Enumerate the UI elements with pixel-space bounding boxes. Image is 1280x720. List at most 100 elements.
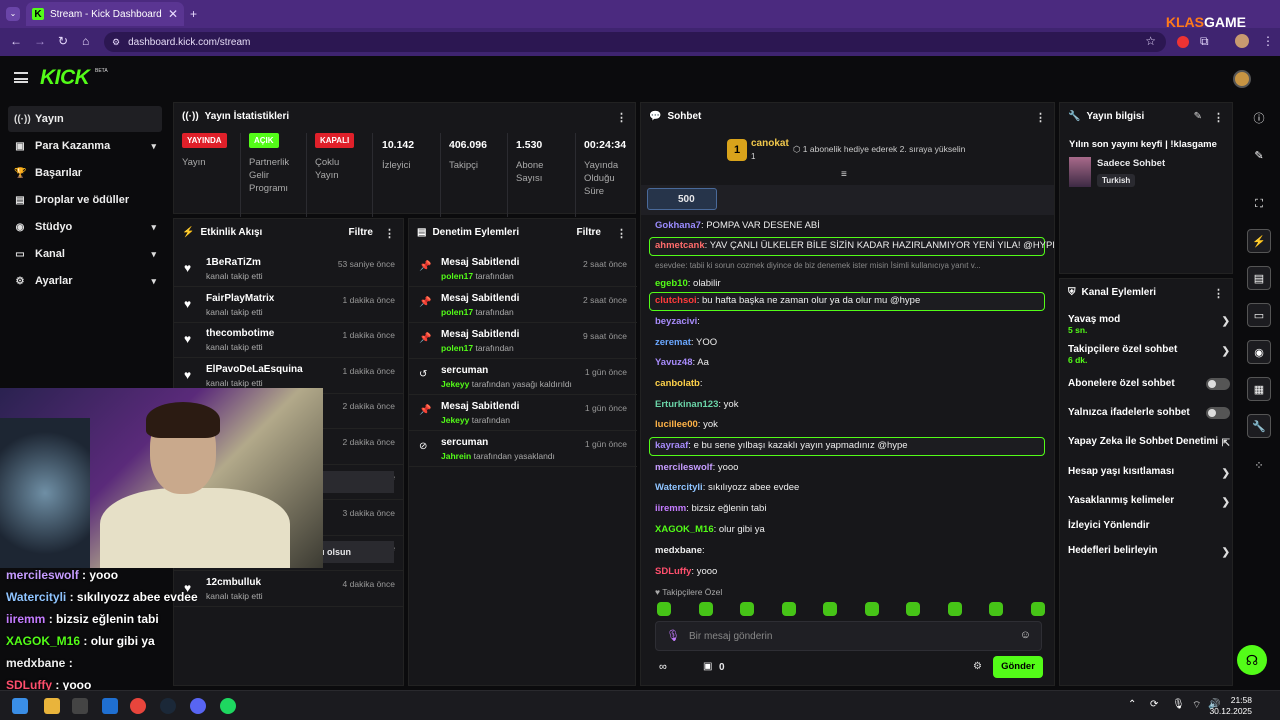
discord-icon[interactable] (190, 698, 206, 714)
reload-icon[interactable]: ↻ (58, 34, 68, 48)
activity-username[interactable]: FairPlayMatrix (206, 293, 274, 304)
redirect-row[interactable]: İzleyici Yönlendir (1068, 520, 1230, 531)
sidebar-item-basarilar[interactable]: 🏆 Başarılar (8, 160, 162, 186)
steam-icon[interactable] (160, 698, 176, 714)
more-options-icon[interactable]: ⋮ (1213, 111, 1224, 124)
chat-username[interactable]: medxbane (655, 545, 702, 556)
expand-frame-icon[interactable]: ⛶ (1247, 192, 1271, 216)
layout-icon[interactable]: ▦ (1247, 377, 1271, 401)
extensions-puzzle-icon[interactable]: ⧉ (1200, 34, 1209, 49)
emoji-icon[interactable]: ☺ (1020, 629, 1031, 641)
chat-username[interactable]: clutchsoi (655, 295, 697, 306)
forward-icon[interactable]: → (34, 34, 46, 48)
outlook-icon[interactable] (102, 698, 118, 714)
emote-icon[interactable] (989, 602, 1003, 616)
chat-username[interactable]: iiremm (655, 503, 686, 514)
activity-username[interactable]: 12cmbulluk (206, 577, 261, 588)
send-button[interactable]: Gönder (993, 656, 1043, 678)
home-icon[interactable]: ⌂ (82, 34, 89, 48)
account-age-row[interactable]: Hesap yaşı kısıtlaması ❯ (1068, 466, 1230, 479)
chat-username[interactable]: beyzacivi (655, 316, 697, 327)
chrome-icon[interactable] (130, 698, 146, 714)
support-headset-icon[interactable]: ☊ (1237, 645, 1267, 675)
more-options-icon[interactable]: ⋮ (384, 227, 395, 240)
user-avatar[interactable] (1233, 70, 1251, 88)
site-info-icon[interactable]: ⚙ (112, 37, 120, 48)
followers-only-row[interactable]: Takipçilere özel sohbet 6 dk. ❯ (1068, 344, 1230, 365)
emote-icon[interactable] (1030, 602, 1045, 616)
kick-logo[interactable]: KICK (40, 66, 90, 90)
chat-input[interactable]: 🎙 Bir mesaj gönderin ☺ (655, 621, 1042, 651)
emote-icon[interactable] (698, 602, 713, 616)
close-tab-icon[interactable]: ✕ (168, 7, 178, 21)
spotify-icon[interactable] (220, 698, 236, 714)
wifi-icon[interactable]: ⌔ (1192, 699, 1201, 712)
bookmark-star-icon[interactable]: ☆ (1145, 34, 1156, 48)
emote-icon[interactable] (864, 602, 879, 616)
ai-moderation-row[interactable]: Yapay Zeka ile Sohbet Denetimi ⇱ (1068, 436, 1230, 449)
emote-icon[interactable] (906, 602, 920, 616)
chat-username[interactable]: SDLuffy (655, 566, 691, 577)
wrench-icon[interactable]: 🔧 (1247, 414, 1271, 438)
filter-button[interactable]: Filtre (349, 227, 373, 238)
url-field[interactable]: ⚙ dashboard.kick.com/stream ☆ (104, 32, 1166, 52)
mic-icon[interactable]: 🎙 (1172, 699, 1185, 710)
chat-username[interactable]: ahmetcank (655, 240, 705, 251)
back-icon[interactable]: ← (10, 34, 22, 48)
filter-button[interactable]: Filtre (577, 227, 601, 238)
emotes-only-toggle[interactable] (1206, 407, 1230, 419)
extension-icon[interactable] (1177, 36, 1189, 48)
sidebar-item-kanal[interactable]: ▭ Kanal ▾ (8, 241, 162, 267)
apps-icon[interactable]: ⁘ (1247, 453, 1271, 477)
chat-bubble-icon[interactable]: ▭ (1247, 303, 1271, 327)
emote-icon[interactable] (657, 602, 671, 616)
subs-only-toggle[interactable] (1206, 378, 1230, 390)
sidebar-item-studyo[interactable]: ◉ Stüdyo ▾ (8, 214, 162, 240)
profile-avatar[interactable] (1235, 34, 1249, 48)
more-options-icon[interactable]: ⋮ (616, 111, 627, 124)
store-icon[interactable] (72, 698, 88, 714)
activity-username[interactable]: ElPavoDeLaEsquina (206, 364, 303, 375)
activity-username[interactable]: thecombotime (206, 328, 274, 339)
slow-mode-row[interactable]: Yavaş mod 5 sn. ❯ (1068, 314, 1230, 335)
gift-box-icon[interactable]: ▣ (703, 661, 712, 672)
more-options-icon[interactable]: ⋮ (616, 227, 627, 240)
info-icon[interactable]: ⓘ (1247, 106, 1271, 130)
mic-icon[interactable]: 🎙 (666, 629, 680, 642)
emote-icon[interactable] (740, 602, 754, 616)
chat-username[interactable]: Erturkinan123 (655, 399, 718, 410)
windows-start-icon[interactable] (12, 698, 28, 714)
goals-row[interactable]: Hedefleri belirleyin ❯ (1068, 545, 1230, 558)
infinity-icon[interactable]: ∞ (659, 661, 667, 673)
browser-menu-icon[interactable]: ⋮ (1262, 34, 1274, 48)
broadcast-icon[interactable]: ◉ (1247, 340, 1271, 364)
chevron-up-icon[interactable]: ⌃ (1128, 699, 1136, 710)
edit-pencil-icon[interactable]: ✎ (1194, 111, 1202, 122)
browser-tab[interactable]: K Stream - Kick Dashboard ✕ (26, 2, 184, 26)
sidebar-item-ayarlar[interactable]: ⚙ Ayarlar ▾ (8, 268, 162, 294)
chat-username[interactable]: Yavuz48 (655, 357, 693, 368)
chat-username[interactable]: egeb10 (655, 278, 688, 289)
chat-username[interactable]: lucillee00 (655, 419, 698, 430)
chat-username[interactable]: kayraaf (655, 440, 688, 451)
chat-username[interactable]: mercileswolf (655, 462, 713, 473)
emote-icon[interactable] (823, 602, 837, 616)
file-explorer-icon[interactable] (44, 698, 60, 714)
activity-username[interactable]: 1BeRaTiZm (206, 257, 261, 268)
edit-pencil-icon[interactable]: ✎ (1247, 143, 1271, 167)
tab-search-icon[interactable]: ⌄ (6, 7, 20, 21)
new-tab-icon[interactable]: + (190, 7, 197, 21)
emote-icon[interactable] (781, 602, 796, 616)
chat-username[interactable]: canbolatb (655, 378, 700, 389)
emote-icon[interactable] (947, 602, 962, 616)
sidebar-item-para-kazanma[interactable]: ▣ Para Kazanma ▾ (8, 133, 162, 159)
chat-username[interactable]: zeremat (655, 337, 691, 348)
taskbar-clock[interactable]: 21:58 30.12.2025 (1209, 695, 1252, 717)
lightning-icon[interactable]: ⚡ (1247, 229, 1271, 253)
document-icon[interactable]: ▤ (1247, 266, 1271, 290)
chat-username[interactable]: XAGOK_M16 (655, 524, 714, 535)
chat-username[interactable]: Watercityli (655, 482, 703, 493)
sidebar-item-yayin[interactable]: ((·)) Yayın (8, 106, 162, 132)
bits-counter[interactable]: 500 (647, 188, 717, 210)
expand-icon[interactable]: ≡ (841, 169, 847, 180)
